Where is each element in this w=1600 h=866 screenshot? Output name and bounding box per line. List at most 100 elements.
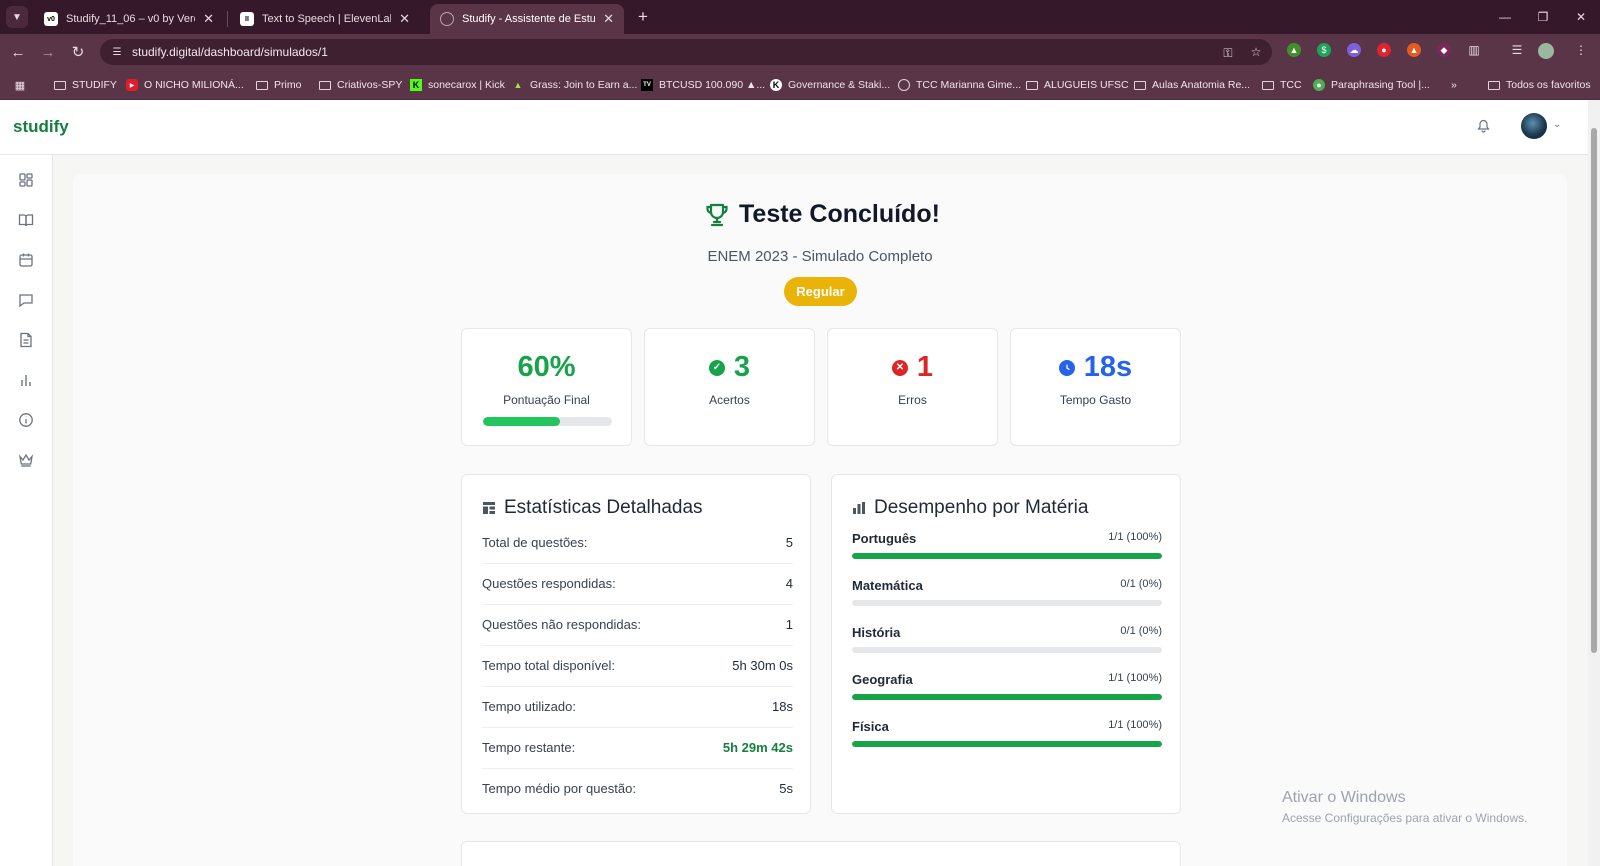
bookmark-item[interactable]: ▲ Grass: Join to Earn a... <box>512 77 638 93</box>
browser-tab-v0[interactable]: v0 Studify_11_06 – v0 by Vercel ✕ <box>34 4 224 34</box>
chat-icon[interactable] <box>17 291 35 309</box>
bookmark-item[interactable]: Criativos-SPY <box>319 77 402 93</box>
subject-progress-bar <box>852 741 1162 747</box>
apps-grid-icon[interactable]: ▦ <box>14 77 32 93</box>
bookmark-item[interactable]: ● Paraphrasing Tool |... <box>1313 77 1430 93</box>
stat-row: Tempo restante: 5h 29m 42s <box>482 728 793 769</box>
score-label: Pontuação Final <box>503 393 590 407</box>
bookmark-item[interactable]: ALUGUEIS UFSC <box>1026 77 1129 93</box>
bookmark-item[interactable]: Ksonecarox | Kick <box>410 77 505 93</box>
table-icon <box>483 502 495 514</box>
errors-value: 1 <box>916 351 934 383</box>
v0-favicon-icon: v0 <box>44 12 58 26</box>
page-title: Teste Concluído! <box>739 200 940 228</box>
next-section-card <box>461 841 1181 866</box>
elevenlabs-favicon-icon: II <box>240 12 254 26</box>
folder-icon <box>1134 79 1146 91</box>
profile-avatar-icon[interactable] <box>1538 43 1554 59</box>
extension-red-icon[interactable]: ● <box>1377 43 1391 57</box>
score-progress-fill <box>483 417 561 426</box>
extension-purple-icon[interactable]: ◆ <box>1437 43 1451 57</box>
extension-fox-icon[interactable]: ▲ <box>1407 43 1421 57</box>
book-icon[interactable] <box>17 211 35 229</box>
window-close-icon[interactable]: ✕ <box>1566 6 1596 28</box>
globe-icon <box>898 79 910 91</box>
new-tab-plus-icon[interactable]: + <box>632 6 654 28</box>
browser-tab-bar: ▼ v0 Studify_11_06 – v0 by Vercel ✕ II T… <box>0 0 1600 34</box>
bookmark-item[interactable]: TCC Marianna Gime... <box>898 77 1021 93</box>
tab-close-icon[interactable]: ✕ <box>603 11 614 27</box>
browser-menu-icon[interactable]: ⋮ <box>1574 43 1588 57</box>
score-card: 60% Pontuação Final <box>461 328 632 446</box>
bar-chart-icon <box>853 502 865 514</box>
stat-row: Total de questões: 5 <box>482 523 793 564</box>
detailed-stats-panel: Estatísticas Detalhadas Total de questõe… <box>461 474 811 814</box>
info-icon[interactable] <box>17 411 35 429</box>
result-title-row: Teste Concluído! <box>703 200 940 229</box>
bookmark-item[interactable]: Primo <box>256 77 301 93</box>
studify-logo[interactable]: studify <box>13 117 69 137</box>
all-bookmarks-folder[interactable]: Todos os favoritos <box>1488 77 1591 93</box>
extensions-puzzle-icon[interactable]: ▥ <box>1467 43 1481 57</box>
paraphrase-icon: ● <box>1313 79 1325 91</box>
trophy-icon <box>706 203 728 226</box>
crown-icon[interactable] <box>17 451 35 469</box>
correct-label: Acertos <box>709 393 750 407</box>
tab-label: Studify_11_06 – v0 by Vercel <box>66 13 196 25</box>
bookmark-item[interactable]: TCC <box>1262 77 1302 93</box>
site-settings-icon[interactable]: ☰ <box>110 45 124 59</box>
minimize-icon[interactable]: — <box>1490 6 1520 28</box>
subject-performance-panel: Desempenho por Matéria Português 1/1 (10… <box>831 474 1181 814</box>
media-controls-icon[interactable]: ☰ <box>1510 43 1524 57</box>
user-avatar[interactable] <box>1521 113 1547 139</box>
tab-close-icon[interactable]: ✕ <box>399 11 410 27</box>
bell-icon[interactable] <box>1474 117 1492 135</box>
subject-item: História 0/1 (0%) <box>852 625 1162 671</box>
bookmark-item[interactable]: Aulas Anatomia Re... <box>1134 77 1250 93</box>
password-key-icon[interactable]: ⚿ <box>1220 45 1236 61</box>
exam-subtitle: ENEM 2023 - Simulado Completo <box>707 248 933 265</box>
browser-tab-studify[interactable]: Studify - Assistente de Estudos ✕ <box>430 4 624 34</box>
folder-icon <box>1262 79 1274 91</box>
extension-chart-icon[interactable]: ▲ <box>1287 43 1301 57</box>
tab-close-icon[interactable]: ✕ <box>203 11 214 27</box>
extension-dollar-icon[interactable]: $ <box>1317 43 1331 57</box>
page-scrollbar[interactable] <box>1588 100 1600 866</box>
calendar-icon[interactable] <box>17 251 35 269</box>
bookmarks-overflow-chevron-icon[interactable]: » <box>1451 77 1457 93</box>
dashboard-icon[interactable] <box>17 171 35 189</box>
time-label: Tempo Gasto <box>1059 393 1132 407</box>
forward-arrow-icon[interactable]: → <box>37 41 59 63</box>
back-arrow-icon[interactable]: ← <box>7 41 29 63</box>
bookmark-star-icon[interactable]: ☆ <box>1248 44 1264 60</box>
subject-item: Física 1/1 (100%) <box>852 719 1162 765</box>
bookmark-item[interactable]: TV BTCUSD 100.090 ▲... <box>641 77 765 93</box>
score-value: 60% <box>517 351 576 383</box>
bar-chart-icon[interactable] <box>17 371 35 389</box>
subject-item: Português 1/1 (100%) <box>852 531 1162 577</box>
document-icon[interactable] <box>17 331 35 349</box>
chevron-down-icon[interactable]: ⌄ <box>1553 119 1561 130</box>
subject-progress-bar <box>852 647 1162 653</box>
restore-icon[interactable]: ❐ <box>1528 6 1558 28</box>
extension-cloud-icon[interactable]: ☁ <box>1347 43 1361 57</box>
bookmark-item[interactable]: K Governance & Staki... <box>770 77 890 93</box>
reload-icon[interactable]: ↻ <box>67 41 89 63</box>
errors-label: Erros <box>898 393 927 407</box>
grass-icon: ▲ <box>513 80 523 90</box>
stat-row: Tempo total disponível: 5h 30m 0s <box>482 646 793 687</box>
errors-card: ✕ 1 Erros <box>827 328 998 446</box>
bookmark-item[interactable]: ▶ O NICHO MILIONÁ... <box>126 77 244 93</box>
scrollbar-thumb[interactable] <box>1591 128 1597 653</box>
bookmark-item[interactable]: STUDIFY <box>54 77 117 93</box>
tradingview-icon: TV <box>641 79 653 91</box>
browser-tab-elevenlabs[interactable]: II Text to Speech | ElevenLabs ✕ <box>230 4 420 34</box>
subject-progress-fill <box>852 741 1162 747</box>
bookmarks-bar: ▦ STUDIFY ▶ O NICHO MILIONÁ... Primo Cria… <box>0 70 1600 100</box>
stat-row: Tempo médio por questão: 5s <box>482 781 793 796</box>
tab-search-button[interactable]: ▼ <box>6 6 28 28</box>
folder-icon <box>256 79 268 91</box>
address-bar[interactable]: ☰ studify.digital/dashboard/simulados/1 <box>100 39 1272 65</box>
subject-progress-fill <box>852 553 1162 559</box>
subject-progress-fill <box>852 694 1162 700</box>
